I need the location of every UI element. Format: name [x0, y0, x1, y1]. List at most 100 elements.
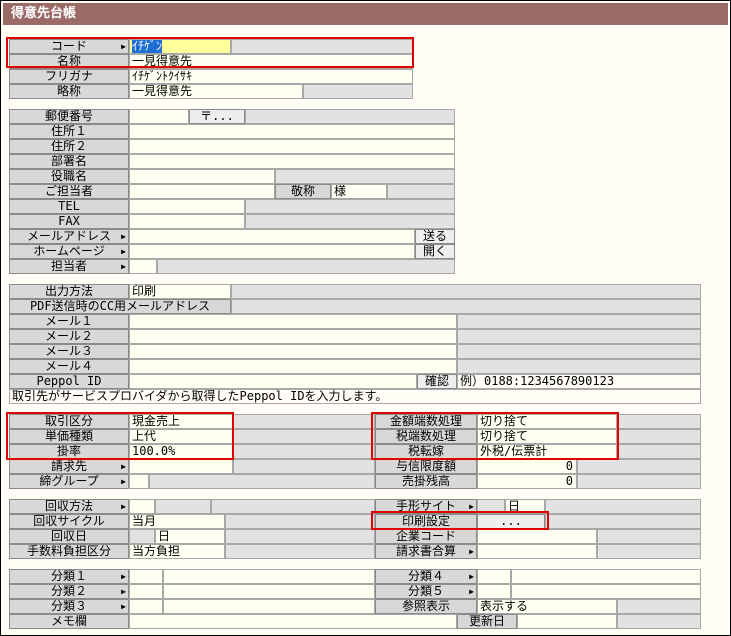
category2-label[interactable]: 分類２ ▶: [9, 584, 129, 599]
category3-input[interactable]: [129, 599, 163, 614]
address2-label: 住所２: [9, 139, 129, 154]
category1-input[interactable]: [129, 569, 163, 584]
invoice-merge-input[interactable]: [477, 544, 597, 559]
collection-cycle-select[interactable]: 当月: [129, 514, 225, 529]
collection-method-display: [155, 499, 211, 514]
tel-label: TEL: [9, 199, 129, 214]
staff-name-display: [157, 259, 455, 274]
contact-input[interactable]: [129, 184, 275, 199]
furigana-input[interactable]: ｲﾁｹﾞﾝﾄｸｲｻｷ: [129, 69, 413, 84]
arrow-right-icon: ▶: [121, 477, 126, 486]
arrow-right-icon: ▶: [121, 462, 126, 471]
print-settings-spacer: [545, 514, 701, 529]
tax-transfer-spacer: [617, 444, 701, 459]
category5-input[interactable]: [477, 584, 511, 599]
fax-label: FAX: [9, 214, 129, 229]
highlight-tax-settings: [371, 412, 619, 460]
closing-group-label[interactable]: 締グループ ▶: [9, 474, 129, 489]
job-title-input[interactable]: [129, 169, 275, 184]
billing-input[interactable]: [129, 459, 233, 474]
bill-site-spacer: [545, 499, 701, 514]
reference-display-select[interactable]: 表示する: [477, 599, 617, 614]
tel-input[interactable]: [129, 199, 245, 214]
updated-date-spacer: [617, 614, 701, 629]
short-name-spacer: [303, 84, 413, 99]
peppol-example: 例）0188:1234567890123: [457, 374, 701, 389]
staff-code-input[interactable]: [129, 259, 157, 274]
category3-display: [163, 599, 375, 614]
updated-date-label: 更新日: [457, 614, 517, 629]
address2-input[interactable]: [129, 139, 455, 154]
output-method-label: 出力方法: [9, 284, 129, 299]
window-title-bar: 得意先台帳: [3, 3, 728, 25]
closing-group-display: [149, 474, 375, 489]
company-code-spacer: [597, 529, 701, 544]
fee-burden-label: 手数料負担区分: [9, 544, 129, 559]
credit-limit-spacer: [577, 459, 701, 474]
category4-display: [511, 569, 701, 584]
arrow-right-icon: ▶: [121, 502, 126, 511]
invoice-merge-spacer: [597, 544, 701, 559]
category4-label[interactable]: 分類４ ▶: [375, 569, 477, 584]
arrow-right-icon: ▶: [469, 572, 474, 581]
staff-label[interactable]: 担当者 ▶: [9, 259, 129, 274]
peppol-confirm-button[interactable]: 確認: [417, 374, 457, 389]
postal-input[interactable]: [129, 109, 189, 124]
billing-label[interactable]: 請求先 ▶: [9, 459, 129, 474]
mail2-label: メール２: [9, 329, 129, 344]
honorific-spacer: [387, 184, 455, 199]
collection-method-label[interactable]: 回収方法 ▶: [9, 499, 129, 514]
arrow-right-icon: ▶: [121, 587, 126, 596]
homepage-label[interactable]: ホームページ ▶: [9, 244, 129, 259]
pdf-cc-spacer: [231, 299, 701, 314]
category1-label[interactable]: 分類１ ▶: [9, 569, 129, 584]
highlight-print-settings: [371, 511, 549, 530]
mail2-input[interactable]: [129, 329, 457, 344]
mail1-input[interactable]: [129, 314, 457, 329]
short-name-input[interactable]: 一見得意先: [129, 84, 303, 99]
address1-input[interactable]: [129, 124, 455, 139]
category5-display: [511, 584, 701, 599]
honorific-input[interactable]: 様: [331, 184, 387, 199]
open-homepage-button[interactable]: 開く: [415, 244, 455, 259]
fee-burden-spacer: [225, 544, 375, 559]
arrow-right-icon: ▶: [121, 262, 126, 271]
peppol-id-input[interactable]: [129, 374, 417, 389]
memo-input[interactable]: [129, 614, 457, 629]
fax-input[interactable]: [129, 214, 245, 229]
category2-input[interactable]: [129, 584, 163, 599]
company-code-label: 企業コード: [375, 529, 477, 544]
honorific-label: 敬称: [275, 184, 331, 199]
furigana-label: フリガナ: [9, 69, 129, 84]
invoice-merge-label[interactable]: 請求書合算 ▶: [375, 544, 477, 559]
postal-label: 郵便番号: [9, 109, 129, 124]
department-input[interactable]: [129, 154, 455, 169]
email-input[interactable]: [129, 229, 415, 244]
company-code-input[interactable]: [477, 529, 597, 544]
fee-burden-select[interactable]: 当方負担: [129, 544, 225, 559]
send-mail-button[interactable]: 送る: [415, 229, 455, 244]
mail4-input[interactable]: [129, 359, 457, 374]
collection-method-input[interactable]: [129, 499, 155, 514]
billing-name-display: [233, 459, 375, 474]
output-method-select[interactable]: 印刷: [129, 284, 231, 299]
output-method-spacer: [231, 284, 701, 299]
collection-day-spacer: [225, 529, 375, 544]
fax-spacer: [245, 214, 455, 229]
mail1-spacer: [457, 314, 701, 329]
closing-group-input[interactable]: [129, 474, 149, 489]
email-label[interactable]: メールアドレス ▶: [9, 229, 129, 244]
category3-label[interactable]: 分類３ ▶: [9, 599, 129, 614]
homepage-input[interactable]: [129, 244, 415, 259]
postal-spacer: [245, 109, 455, 124]
address1-label: 住所１: [9, 124, 129, 139]
credit-limit-input[interactable]: 0: [477, 459, 577, 474]
tax-rounding-spacer: [617, 429, 701, 444]
category4-input[interactable]: [477, 569, 511, 584]
category5-label[interactable]: 分類５ ▶: [375, 584, 477, 599]
mail3-input[interactable]: [129, 344, 457, 359]
arrow-right-icon: ▶: [121, 232, 126, 241]
collection-day-input[interactable]: [129, 529, 155, 544]
postal-lookup-button[interactable]: 〒...: [189, 109, 245, 124]
tel-spacer: [245, 199, 455, 214]
